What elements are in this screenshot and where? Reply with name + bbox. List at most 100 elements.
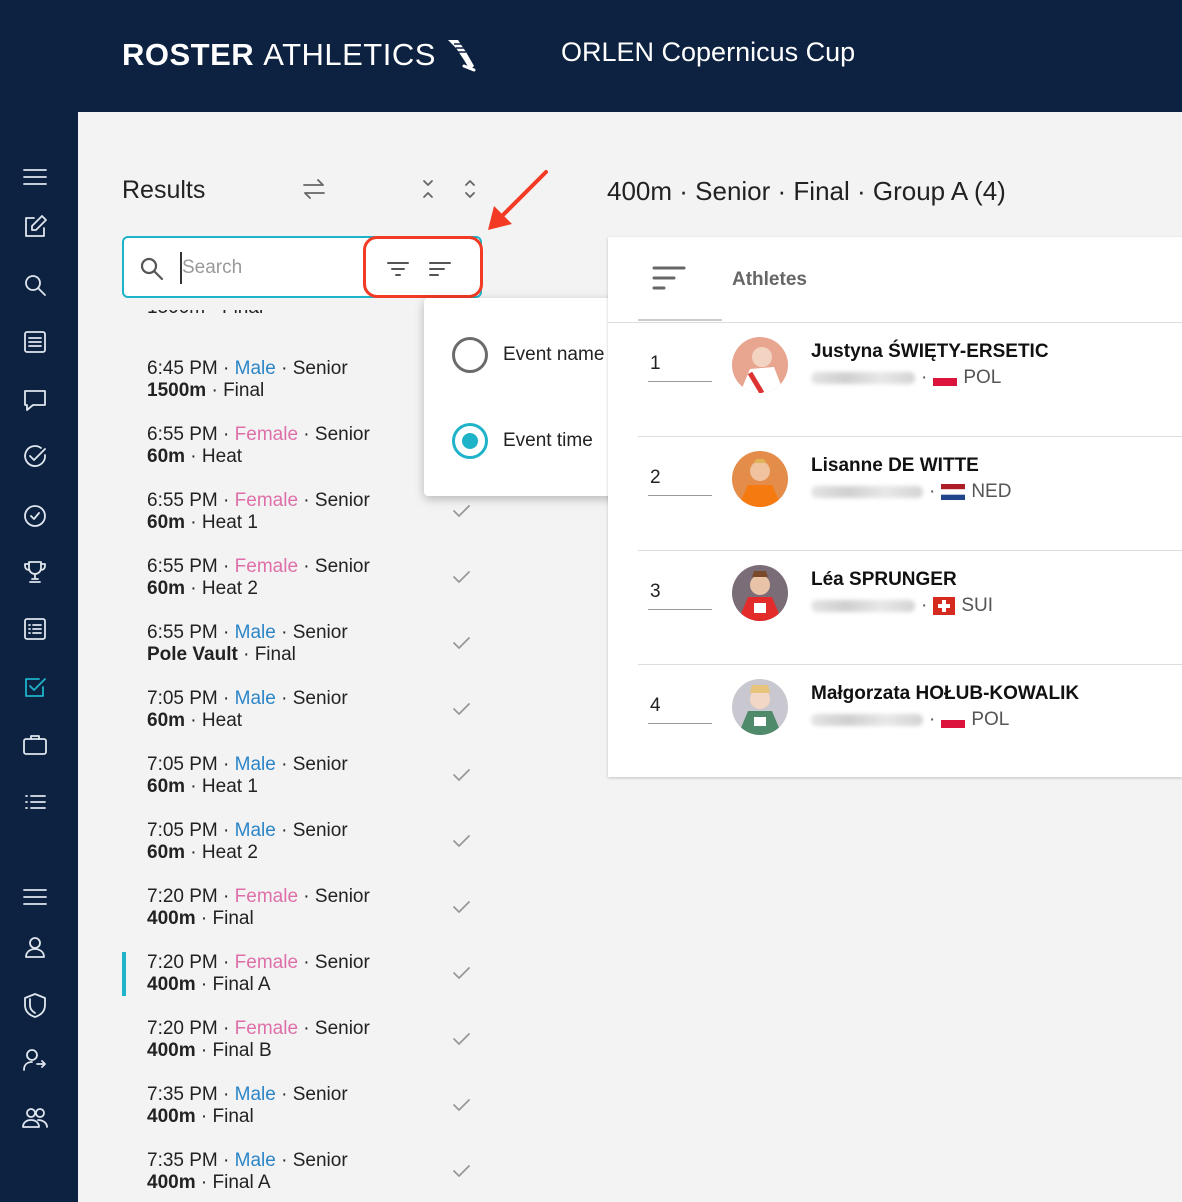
place: 3 — [650, 581, 661, 602]
flag-pol-icon — [933, 370, 958, 386]
edit-icon[interactable] — [20, 212, 50, 242]
separator: · — [185, 842, 202, 863]
completed-check-icon — [451, 898, 471, 916]
person-key-icon[interactable] — [20, 1045, 50, 1075]
separator: · — [217, 688, 235, 709]
event-list-item[interactable]: 7:35 PM · Male · Senior 400m · Final — [147, 1084, 507, 1150]
separator: · — [275, 754, 293, 775]
event-category: Senior — [314, 556, 370, 577]
event-category: Senior — [292, 820, 348, 841]
separator: · — [217, 490, 235, 511]
list-icon[interactable] — [20, 614, 50, 644]
event-round: Heat 1 — [201, 776, 258, 797]
search-icon[interactable] — [20, 270, 50, 300]
search-box — [122, 236, 482, 298]
separator: · — [217, 1084, 235, 1105]
athlete-row[interactable]: 1 Justyna ŚWIĘTY-ERSETIC · POL — [638, 323, 1182, 437]
redacted-text — [811, 372, 915, 384]
event-gender: Female — [234, 1018, 299, 1039]
avatar — [732, 337, 788, 393]
search-icon — [139, 256, 165, 282]
sort-icon[interactable] — [652, 265, 686, 291]
filter-icon[interactable] — [386, 258, 410, 280]
radio-unchecked[interactable] — [452, 337, 488, 373]
event-name: 400m — [147, 1172, 196, 1193]
brand-logo[interactable]: ROSTER ATHLETICS — [122, 36, 478, 74]
place-underline — [648, 381, 712, 382]
event-name: 60m — [147, 446, 186, 467]
check-circle-icon[interactable] — [20, 442, 50, 472]
event-name: 60m — [147, 578, 186, 599]
swap-icon[interactable] — [300, 176, 328, 202]
radio-checked[interactable] — [452, 423, 488, 459]
place: 4 — [650, 695, 661, 716]
redacted-text — [811, 486, 923, 498]
separator: · — [298, 886, 315, 907]
event-category: Senior — [292, 358, 348, 379]
separator: · — [298, 424, 315, 445]
athlete-row[interactable]: 3 Léa SPRUNGER · SUI — [638, 551, 1182, 665]
group-icon[interactable] — [20, 1102, 50, 1132]
chat-icon[interactable] — [20, 385, 50, 415]
separator: · — [237, 644, 255, 665]
event-time: 6:55 PM — [147, 490, 218, 511]
country-code: POL — [963, 367, 1002, 388]
event-time: 6:55 PM — [147, 556, 218, 577]
search-input[interactable] — [180, 252, 350, 284]
separator: · — [298, 952, 315, 973]
athlete-name: Léa SPRUNGER — [811, 569, 957, 590]
trophy-icon[interactable] — [20, 557, 50, 587]
briefcase-icon[interactable] — [20, 730, 50, 760]
event-round: Final A — [212, 1172, 271, 1193]
selected-indicator — [122, 952, 126, 996]
event-category: Senior — [292, 754, 348, 775]
collapse-all-icon[interactable] — [418, 178, 438, 200]
event-round: Heat 2 — [201, 578, 258, 599]
event-list-item[interactable]: 7:05 PM · Male · Senior 60m · Heat — [147, 688, 507, 754]
winged-shoe-icon — [447, 40, 476, 72]
timer-icon[interactable] — [20, 500, 50, 530]
place-underline — [648, 495, 712, 496]
country-code: POL — [971, 709, 1010, 730]
separator: · — [195, 908, 213, 929]
menu-icon-2[interactable] — [20, 882, 50, 912]
sort-option-event-name[interactable]: Event name — [452, 336, 604, 374]
athlete-row[interactable]: 4 Małgorzata HOŁUB-KOWALIK · POL — [638, 665, 1182, 779]
event-list-item[interactable]: 7:35 PM · Male · Senior 400m · Final A — [147, 1150, 507, 1202]
athlete-name: Małgorzata HOŁUB-KOWALIK — [811, 683, 1080, 704]
menu-icon[interactable] — [20, 162, 50, 192]
person-icon[interactable] — [20, 932, 50, 962]
avatar — [732, 565, 788, 621]
separator: · — [275, 688, 293, 709]
separator: · — [206, 380, 224, 401]
event-list-item[interactable]: 7:05 PM · Male · Senior 60m · Heat 1 — [147, 754, 507, 820]
separator: · — [298, 556, 315, 577]
event-list-item[interactable]: 7:20 PM · Female · Senior 400m · Final — [147, 886, 507, 952]
bullet-list-icon[interactable] — [20, 787, 50, 817]
checkbox-icon[interactable] — [20, 672, 50, 702]
completed-check-icon — [451, 502, 471, 520]
event-category: Senior — [292, 622, 348, 643]
sort-icon[interactable] — [428, 258, 452, 280]
event-time: 6:55 PM — [147, 424, 218, 445]
sort-option-event-time[interactable]: Event time — [452, 422, 593, 460]
event-list-item[interactable]: 6:55 PM · Female · Senior 60m · Heat 2 — [147, 556, 507, 622]
event-list-item[interactable]: 6:55 PM · Male · Senior Pole Vault · Fina… — [147, 622, 507, 688]
document-icon[interactable] — [20, 327, 50, 357]
expand-all-icon[interactable] — [460, 178, 480, 200]
event-round: Final — [223, 380, 265, 401]
shield-icon[interactable] — [20, 990, 50, 1020]
event-gender: Male — [234, 358, 276, 379]
event-name: 60m — [147, 710, 186, 731]
completed-check-icon — [451, 766, 471, 784]
separator: · — [275, 1084, 293, 1105]
event-list-item[interactable]: 7:05 PM · Male · Senior 60m · Heat 2 — [147, 820, 507, 886]
event-category: Senior — [292, 688, 348, 709]
event-name: 400m — [147, 974, 196, 995]
event-list-item[interactable]: 6:55 PM · Female · Senior 60m · Heat 1 — [147, 490, 507, 556]
athlete-row[interactable]: 2 Lisanne DE WITTE · NED — [638, 437, 1182, 551]
event-list-item[interactable]: 7:20 PM · Female · Senior 400m · Final B — [147, 1018, 507, 1084]
event-list-item[interactable]: 7:20 PM · Female · Senior 400m · Final A — [147, 952, 507, 1018]
sort-popup: Event name Event time — [424, 298, 635, 496]
event-gender: Female — [234, 424, 299, 445]
